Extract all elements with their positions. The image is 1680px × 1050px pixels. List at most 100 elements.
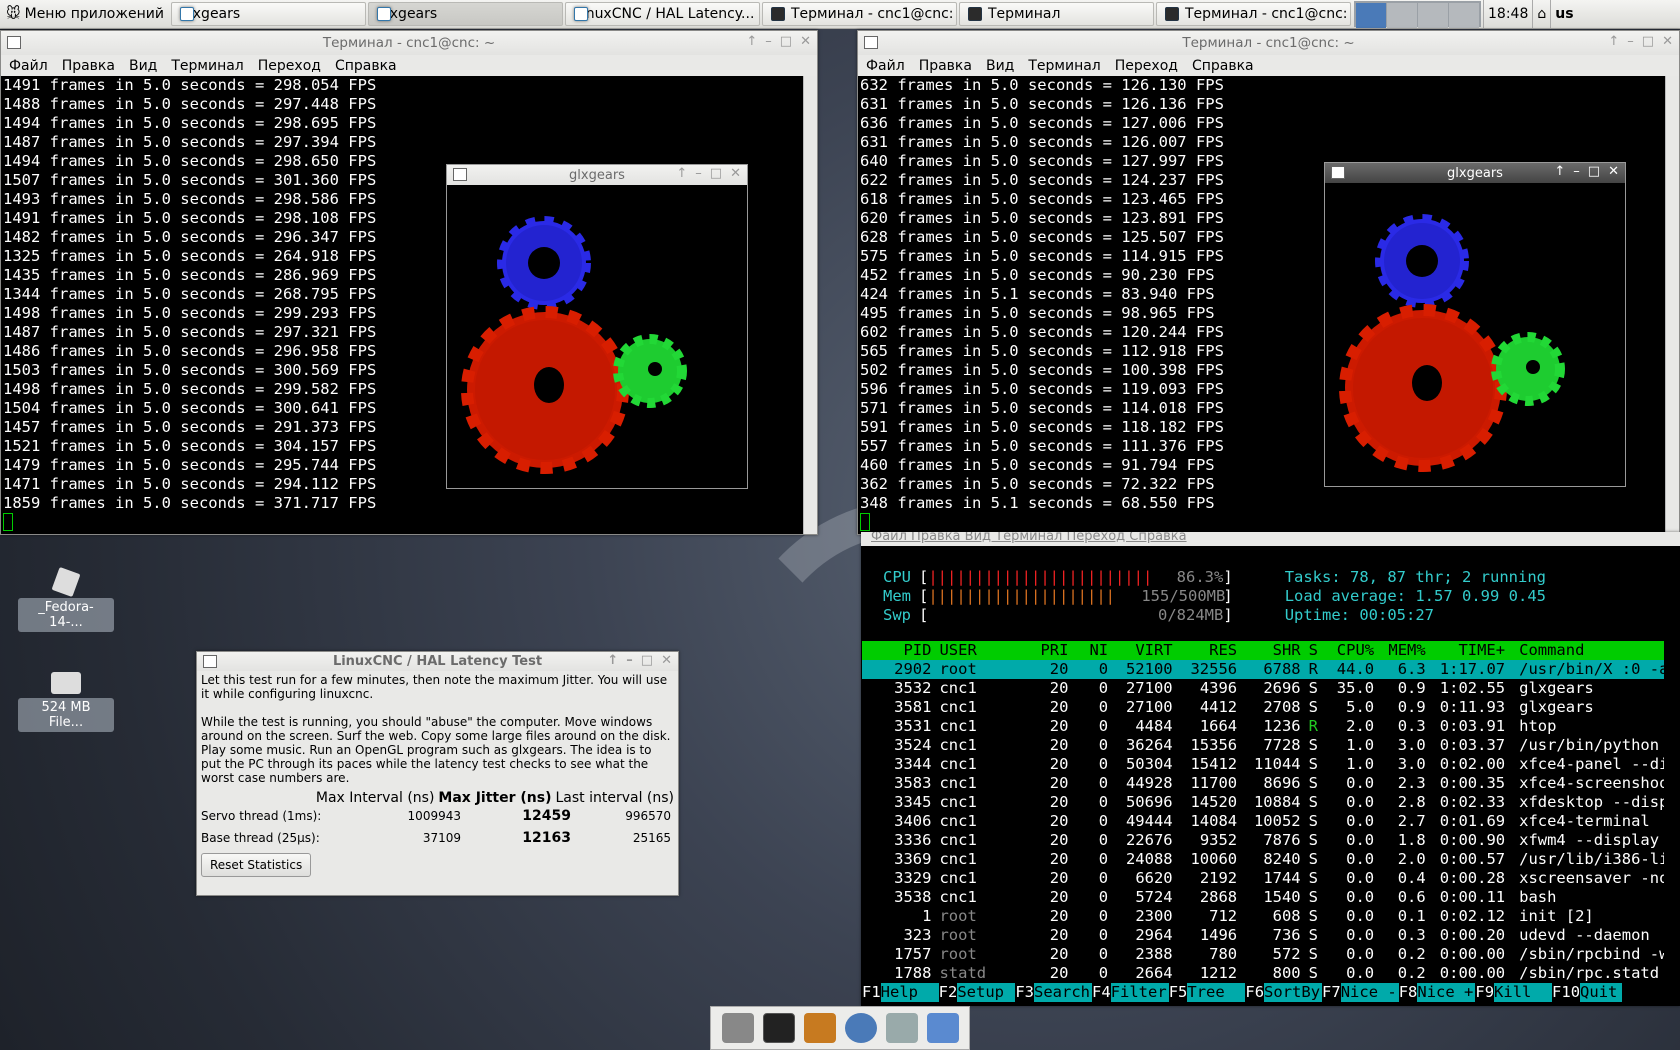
menu-item[interactable]: Вид xyxy=(986,58,1014,74)
process-row[interactable]: 3406 cnc1 20 0 49444 14084 10052 S 0.0 2.7 0:01.69… xyxy=(862,812,1664,831)
network-icon[interactable]: ⌂ xyxy=(1532,0,1550,28)
glxgears-window-right[interactable]: glxgears ↑ – □ ✕ xyxy=(1324,162,1626,487)
menu-item[interactable]: Справка xyxy=(1192,58,1254,74)
process-row[interactable]: 3583 cnc1 20 0 44928 11700 8696 S 0.0 2.3 0:00.35 x… xyxy=(862,774,1664,793)
scrollbar[interactable] xyxy=(1665,76,1679,534)
process-row[interactable]: 323 root 20 0 2964 1496 736 S 0.0 0.3 0:00.20 udevd… xyxy=(862,926,1664,945)
workspace-4[interactable] xyxy=(1449,3,1479,28)
fkey[interactable]: F2 xyxy=(939,983,958,1002)
task-glxgears-1[interactable]: glxgears xyxy=(171,2,366,26)
process-row[interactable]: 3524 cnc1 20 0 36264 15356 7728 S 1.0 3.0 0:03.37 /… xyxy=(862,736,1664,755)
fkey[interactable]: F1 xyxy=(862,983,881,1002)
process-row[interactable]: 3336 cnc1 20 0 22676 9352 7876 S 0.0 1.8 0:00.90 xf… xyxy=(862,831,1664,850)
fkey[interactable]: F10 xyxy=(1552,983,1580,1002)
reset-statistics-button[interactable]: Reset Statistics xyxy=(201,853,312,877)
menu-item[interactable]: Файл xyxy=(9,58,48,74)
task-terminal-2[interactable]: Терминал xyxy=(959,2,1154,26)
fkey-label[interactable]: Search xyxy=(1034,983,1093,1002)
titlebar[interactable]: glxgears ↑ – □ ✕ xyxy=(447,165,747,185)
fkey[interactable]: F8 xyxy=(1399,983,1418,1002)
workspace-pager[interactable] xyxy=(1354,1,1481,28)
fkey[interactable]: F9 xyxy=(1475,983,1494,1002)
fkey-label[interactable]: Nice - xyxy=(1340,983,1399,1002)
task-terminal-3[interactable]: Терминал - cnc1@cnc: ~ xyxy=(1156,2,1351,26)
column-header[interactable]: PID xyxy=(862,641,931,660)
menu-item[interactable]: Вид xyxy=(129,58,157,74)
scrollbar[interactable] xyxy=(803,76,817,534)
task-latency[interactable]: LinuxCNC / HAL Latency... xyxy=(565,2,760,26)
task-glxgears-2[interactable]: glxgears xyxy=(368,2,563,26)
pin-icon[interactable]: ↑ xyxy=(1554,164,1565,179)
task-terminal-1[interactable]: Терминал - cnc1@cnc: ~ xyxy=(762,2,957,26)
process-row[interactable]: 3345 cnc1 20 0 50696 14520 10884 S 0.0 2.8 0:02.33… xyxy=(862,793,1664,812)
fkey-label[interactable]: Quit xyxy=(1580,983,1623,1002)
process-row[interactable]: 3369 cnc1 20 0 24088 10060 8240 S 0.0 2.0 0:00.57 /… xyxy=(862,850,1664,869)
process-row[interactable]: 3538 cnc1 20 0 5724 2868 1540 S 0.0 0.6 0:00.11 bas… xyxy=(862,888,1664,907)
fkey[interactable]: F4 xyxy=(1092,983,1111,1002)
process-table-header[interactable]: PID USER PRI NI VIRT RES SHR S CPU% MEM% TIME+ Comm… xyxy=(862,641,1664,660)
close-icon[interactable]: ✕ xyxy=(1608,164,1619,179)
fkey-label[interactable]: SortBy xyxy=(1264,983,1323,1002)
column-header[interactable]: RES xyxy=(1173,641,1237,660)
process-row[interactable]: 3329 cnc1 20 0 6620 2192 1744 S 0.0 0.4 0:00.28 xsc… xyxy=(862,869,1664,888)
process-row[interactable]: 1788 statd 20 0 2664 1212 800 S 0.0 0.2 0:00.00/sb… xyxy=(862,964,1664,983)
pin-icon[interactable]: ↑ xyxy=(676,166,687,181)
column-header[interactable]: TIME+ xyxy=(1426,641,1505,660)
close-icon[interactable]: ✕ xyxy=(800,34,811,49)
process-row[interactable]: 1757 root 20 0 2388 780 572 S 0.0 0.2 0:00.00/sbin… xyxy=(862,945,1664,964)
workspace-1[interactable] xyxy=(1356,3,1386,28)
menu-item[interactable]: Терминал xyxy=(171,58,243,74)
process-row[interactable]: 1 root 20 0 2300 712 608 S 0.0 0.1 0:02.12 init [2] xyxy=(862,907,1664,926)
maximize-icon[interactable]: □ xyxy=(641,653,653,668)
process-row[interactable]: 3531 cnc1 20 0 4484 1664 1236 R 2.0 0.3 0:03.91 hto… xyxy=(862,717,1664,736)
minimize-icon[interactable]: – xyxy=(1627,34,1634,49)
minimize-icon[interactable]: – xyxy=(695,166,702,181)
menu-item[interactable]: Переход xyxy=(1115,58,1178,74)
column-header[interactable]: Command xyxy=(1505,641,1664,660)
fkey[interactable]: F6 xyxy=(1245,983,1264,1002)
pin-icon[interactable]: ↑ xyxy=(1608,34,1619,49)
close-icon[interactable]: ✕ xyxy=(661,653,672,668)
column-header[interactable]: NI xyxy=(1068,641,1108,660)
terminal-icon[interactable] xyxy=(762,1013,795,1043)
titlebar[interactable]: Терминал - cnc1@cnc: ~ ↑ – □ ✕ xyxy=(1,31,817,55)
show-desktop-icon[interactable] xyxy=(721,1013,754,1043)
close-icon[interactable]: ✕ xyxy=(1662,34,1673,49)
fkey-label[interactable]: Filter xyxy=(1110,983,1169,1002)
folder-icon[interactable] xyxy=(926,1013,959,1043)
fkey-label[interactable]: Kill xyxy=(1494,983,1553,1002)
column-header[interactable]: PRI xyxy=(1021,641,1068,660)
fkey-label[interactable]: Tree xyxy=(1187,983,1246,1002)
column-header[interactable]: SHR xyxy=(1237,641,1301,660)
menu-item[interactable]: Файл xyxy=(866,58,905,74)
app-menu-button[interactable]: 🐭 Меню приложений xyxy=(0,0,170,28)
column-header[interactable]: S xyxy=(1301,641,1323,660)
minimize-icon[interactable]: – xyxy=(626,653,633,668)
menu-item[interactable]: Терминал xyxy=(1028,58,1100,74)
minimize-icon[interactable]: – xyxy=(765,34,772,49)
column-header[interactable]: MEM% xyxy=(1374,641,1425,660)
titlebar[interactable]: glxgears ↑ – □ ✕ xyxy=(1325,163,1625,183)
workspace-2[interactable] xyxy=(1387,3,1417,28)
maximize-icon[interactable]: □ xyxy=(1642,34,1654,49)
maximize-icon[interactable]: □ xyxy=(780,34,792,49)
glxgears-window-left[interactable]: glxgears ↑ – □ ✕ xyxy=(446,164,748,489)
workspace-3[interactable] xyxy=(1418,3,1448,28)
titlebar[interactable]: Терминал - cnc1@cnc: ~ ↑ – □ ✕ xyxy=(858,31,1679,55)
process-row[interactable]: 3532 cnc1 20 0 27100 4396 2696 S 35.0 0.9 1:02.55 g… xyxy=(862,679,1664,698)
desktop-icon-fedora[interactable]: _Fedora-14-... xyxy=(18,566,114,632)
column-header[interactable]: VIRT xyxy=(1108,641,1172,660)
menu-item[interactable]: Правка xyxy=(62,58,115,74)
close-icon[interactable]: ✕ xyxy=(730,166,741,181)
keyboard-layout[interactable]: us xyxy=(1550,0,1577,28)
fkey[interactable]: F7 xyxy=(1322,983,1341,1002)
clock[interactable]: 18:48 xyxy=(1483,0,1532,28)
latency-test-window[interactable]: LinuxCNC / HAL Latency Test ↑ – □ ✕ Let thi… xyxy=(196,651,679,896)
search-icon[interactable] xyxy=(885,1013,918,1043)
column-header[interactable]: CPU% xyxy=(1323,641,1374,660)
maximize-icon[interactable]: □ xyxy=(1588,164,1600,179)
menu-item[interactable]: Справка xyxy=(335,58,397,74)
fkey[interactable]: F3 xyxy=(1015,983,1034,1002)
maximize-icon[interactable]: □ xyxy=(710,166,722,181)
fkey-label[interactable]: Nice + xyxy=(1417,983,1476,1002)
